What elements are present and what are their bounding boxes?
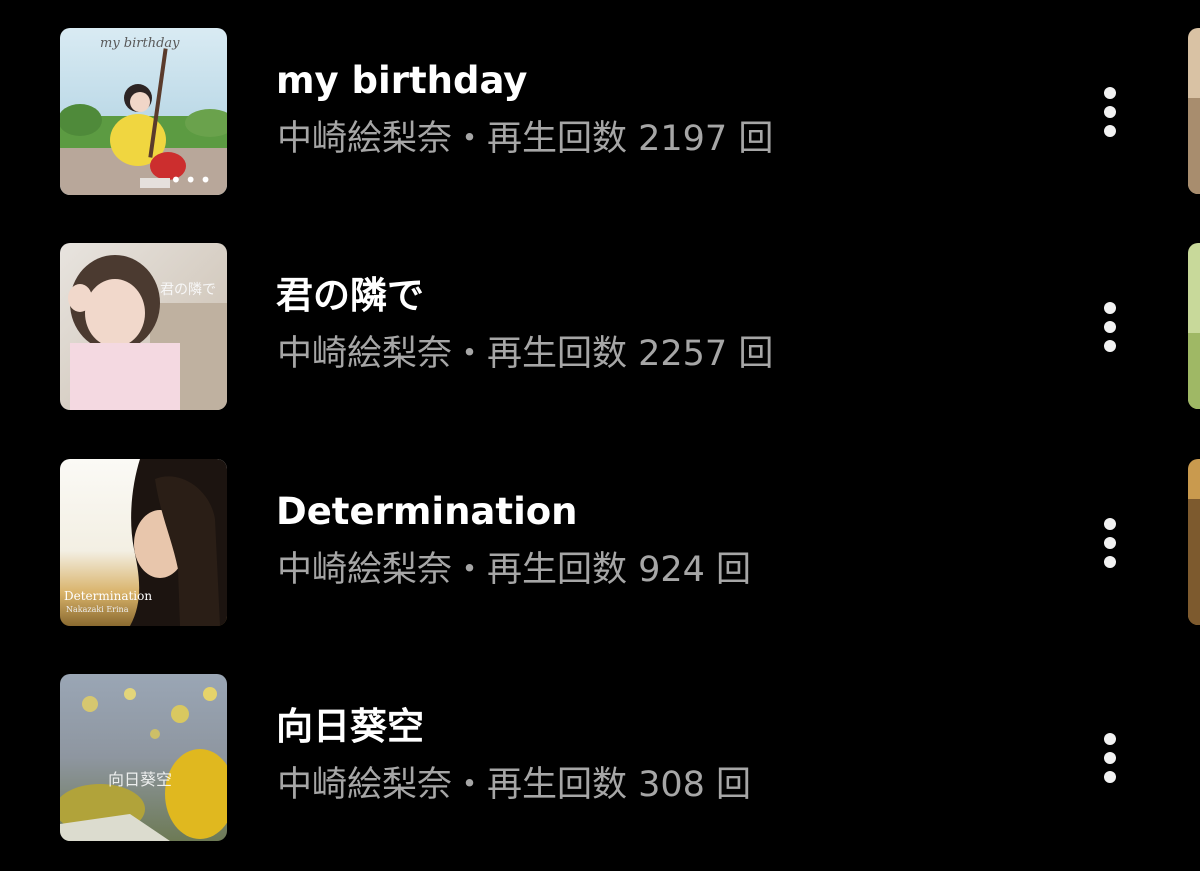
track-title: 君の隣で	[276, 274, 424, 317]
album-cover-text: 君の隣で	[160, 282, 216, 298]
track-subtitle: 中崎絵梨奈・再生回数 308 回	[277, 765, 752, 805]
next-column-album-cover[interactable]	[1188, 459, 1200, 625]
more-vert-icon[interactable]	[1090, 80, 1130, 144]
track-title: my birthday	[276, 59, 528, 102]
album-cover[interactable]: my birthday •••	[60, 28, 227, 195]
album-cover-text: 向日葵空	[108, 770, 173, 789]
album-cover[interactable]: 向日葵空	[60, 674, 227, 841]
next-column-album-cover[interactable]	[1188, 28, 1200, 194]
track-list: my birthday ••• my birthday 中崎絵梨奈・再生回数 2…	[0, 0, 1200, 871]
track-row[interactable]: 向日葵空 向日葵空 中崎絵梨奈・再生回数 308 回	[0, 674, 1180, 842]
more-vert-icon[interactable]	[1090, 726, 1130, 790]
more-vert-icon[interactable]	[1090, 295, 1130, 359]
track-row[interactable]: Determination Nakazaki Erina Determinati…	[0, 459, 1180, 627]
track-title: Determination	[276, 490, 578, 533]
track-subtitle: 中崎絵梨奈・再生回数 924 回	[277, 550, 752, 590]
track-subtitle: 中崎絵梨奈・再生回数 2197 回	[277, 119, 774, 159]
track-row[interactable]: my birthday ••• my birthday 中崎絵梨奈・再生回数 2…	[0, 28, 1180, 196]
album-cover-art	[60, 243, 227, 410]
track-row[interactable]: 君の隣で 君の隣で 中崎絵梨奈・再生回数 2257 回	[0, 243, 1180, 411]
ellipsis-icon: •••	[170, 168, 215, 192]
track-subtitle: 中崎絵梨奈・再生回数 2257 回	[277, 334, 774, 374]
album-cover-text: my birthday	[100, 36, 180, 51]
album-cover[interactable]: 君の隣で	[60, 243, 227, 410]
album-cover[interactable]: Determination Nakazaki Erina	[60, 459, 227, 626]
more-vert-icon[interactable]	[1090, 511, 1130, 575]
album-cover-art	[60, 674, 227, 841]
next-column-album-cover[interactable]	[1188, 243, 1200, 409]
album-cover-text: Determination	[64, 589, 153, 603]
album-cover-subtext: Nakazaki Erina	[66, 605, 129, 614]
track-title: 向日葵空	[276, 705, 424, 748]
